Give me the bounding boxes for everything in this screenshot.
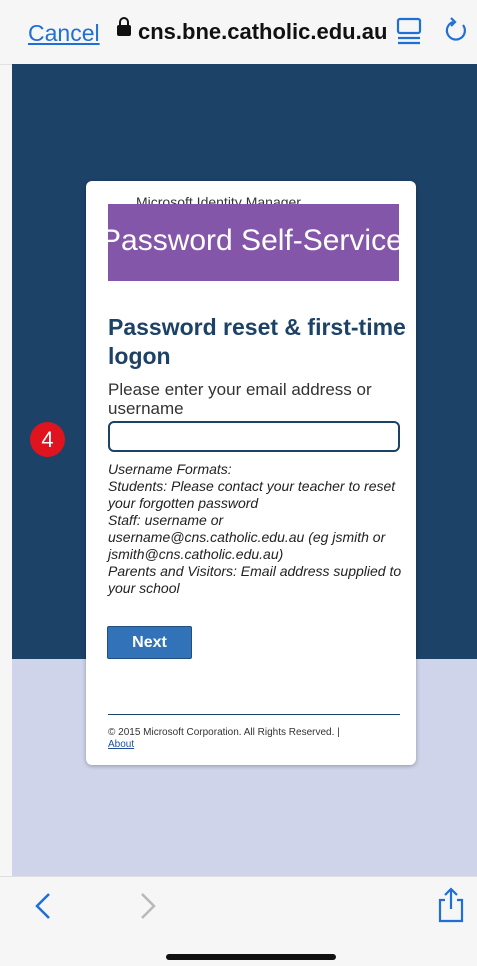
share-icon[interactable] [436,887,466,923]
address-bar-url[interactable]: cns.bne.catholic.edu.au [138,19,387,45]
formats-staff: Staff: username or username@cns.catholic… [108,512,386,562]
username-formats-help: Username Formats: Students: Please conta… [108,461,408,597]
formats-title: Username Formats: [108,461,232,477]
lock-icon [117,17,131,36]
home-indicator [166,954,336,960]
copyright-text: © 2015 Microsoft Corporation. All Rights… [108,727,340,738]
reader-mode-icon[interactable] [396,17,422,45]
forward-icon[interactable] [138,891,158,921]
username-input[interactable] [108,421,400,452]
about-link[interactable]: About [108,739,400,751]
footer-divider [108,714,400,715]
formats-parents: Parents and Visitors: Email address supp… [108,563,402,596]
banner-text: Password Self-Service [108,224,399,257]
password-reset-card: Microsoft Identity Manager Password Self… [86,181,416,765]
back-icon[interactable] [33,891,53,921]
password-self-service-banner: Password Self-Service [108,204,399,281]
page-title: Password reset & first-time logon [108,314,406,369]
next-button[interactable]: Next [108,627,191,658]
formats-students: Students: Please contact your teacher to… [108,478,396,511]
reload-icon[interactable] [441,15,471,45]
step-number-badge: 4 [30,422,65,457]
card-footer: © 2015 Microsoft Corporation. All Rights… [108,727,400,751]
browser-bottom-toolbar [0,876,477,966]
browser-top-bar: Cancel cns.bne.catholic.edu.au [0,0,477,65]
username-prompt: Please enter your email address or usern… [108,380,372,418]
cancel-button[interactable]: Cancel [28,20,100,47]
